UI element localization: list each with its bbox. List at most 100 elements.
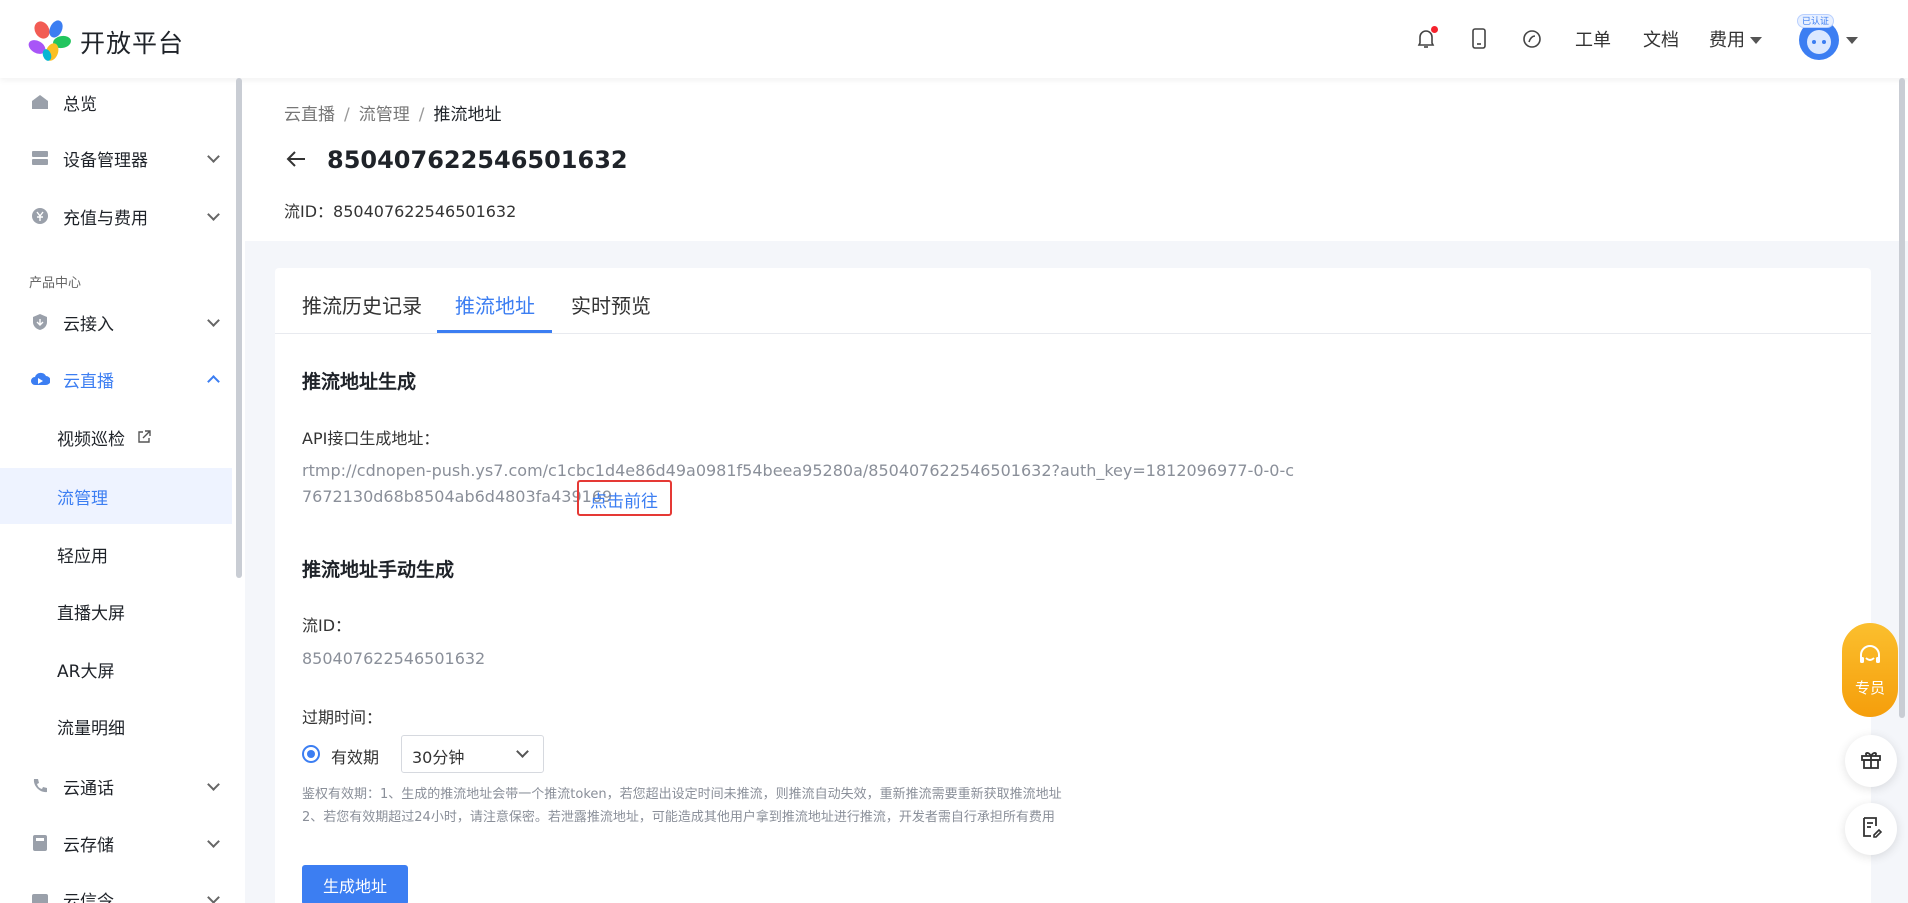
sidebar-item-billing[interactable]: 充值与费用 bbox=[0, 188, 232, 244]
sidebar-item-label: 云通话 bbox=[63, 778, 114, 799]
sidebar-item-label: 云直播 bbox=[63, 371, 114, 392]
tab-bar: 推流历史记录 推流地址 实时预览 bbox=[275, 268, 1871, 334]
brand-logo-icon[interactable] bbox=[28, 20, 72, 62]
generate-address-button[interactable]: 生成地址 bbox=[302, 865, 408, 903]
storage-icon bbox=[30, 833, 50, 853]
customer-agent-label: 专员 bbox=[1854, 678, 1885, 697]
chevron-down-icon bbox=[207, 313, 220, 327]
external-link-icon bbox=[136, 429, 152, 445]
home-icon bbox=[30, 92, 50, 112]
sidebar-item-label: 流量明细 bbox=[57, 718, 125, 739]
stream-id-label: 流ID： bbox=[284, 202, 334, 221]
sidebar-item-cloud-signaling[interactable]: 云信令 bbox=[0, 871, 232, 903]
edit-note-icon bbox=[1859, 815, 1883, 844]
chevron-down-icon bbox=[207, 207, 220, 221]
page-header-panel: 云直播 / 流管理 / 推流地址 850407622546501632 流ID：8504… bbox=[245, 78, 1908, 241]
back-arrow-icon[interactable] bbox=[285, 148, 307, 170]
cloud-play-icon bbox=[30, 369, 50, 389]
product-center-label: 产品中心 bbox=[29, 276, 82, 291]
sidebar-item-label: 云接入 bbox=[63, 314, 114, 335]
server-icon bbox=[30, 148, 50, 168]
manual-generation-heading: 推流地址手动生成 bbox=[302, 559, 455, 581]
sidebar-item-overview[interactable]: 总览 bbox=[0, 78, 232, 130]
sidebar-item-stream-management[interactable]: 流管理 bbox=[0, 468, 232, 524]
sidebar-item-label: AR大屏 bbox=[57, 661, 115, 682]
sidebar-item-video-patrol[interactable]: 视频巡检 bbox=[0, 409, 232, 465]
validity-radio[interactable] bbox=[302, 745, 320, 763]
manual-stream-id-label: 流ID： bbox=[302, 616, 352, 635]
signal-icon bbox=[30, 889, 50, 903]
sidebar-item-label: 充值与费用 bbox=[63, 208, 148, 229]
breadcrumb-cloud-live[interactable]: 云直播 bbox=[284, 105, 335, 125]
chevron-down-icon bbox=[516, 745, 529, 758]
chevron-up-icon bbox=[207, 374, 220, 388]
sidebar-item-label: 轻应用 bbox=[57, 546, 108, 567]
page-title: 850407622546501632 bbox=[327, 146, 628, 174]
yuan-icon bbox=[30, 206, 50, 226]
customer-agent-button[interactable]: 专员 bbox=[1842, 623, 1898, 717]
gift-button[interactable] bbox=[1845, 735, 1897, 787]
validity-note-2: 2、若您有效期超过24小时，请注意保密。若泄露推流地址，可能造成其他用户拿到推流… bbox=[302, 810, 1055, 825]
validity-duration-value: 30分钟 bbox=[412, 748, 465, 767]
docs-link[interactable]: 文档 bbox=[1643, 26, 1679, 52]
bell-icon[interactable] bbox=[1413, 26, 1439, 52]
sidebar-item-label: 设备管理器 bbox=[63, 150, 148, 171]
sidebar-item-label: 云存储 bbox=[63, 835, 114, 856]
address-generation-heading: 推流地址生成 bbox=[302, 371, 417, 393]
stream-id-summary: 流ID：850407622546501632 bbox=[284, 198, 516, 222]
brand-name: 开放平台 bbox=[80, 29, 185, 58]
sidebar-item-label: 视频巡检 bbox=[57, 429, 125, 450]
chevron-down-icon bbox=[207, 890, 220, 903]
feedback-button[interactable] bbox=[1845, 803, 1897, 855]
tab-push-history[interactable]: 推流历史记录 bbox=[302, 290, 422, 319]
push-url-line-1: rtmp://cdnopen-push.ys7.com/c1cbc1d4e86d… bbox=[302, 461, 1295, 480]
sidebar: 总览 设备管理器 充值与费用 产品中心 云接入 云直播 视频巡检 流管理 轻应用… bbox=[0, 78, 240, 903]
breadcrumb-separator: / bbox=[344, 105, 350, 125]
sidebar-item-label: 云信令 bbox=[63, 891, 114, 903]
sidebar-item-traffic-detail[interactable]: 流量明细 bbox=[0, 698, 232, 754]
sidebar-item-label: 总览 bbox=[63, 94, 97, 115]
sidebar-item-cloud-storage[interactable]: 云存储 bbox=[0, 815, 232, 871]
fees-caret-icon[interactable] bbox=[1750, 37, 1762, 44]
validity-radio-label: 有效期 bbox=[331, 748, 380, 767]
tab-push-address[interactable]: 推流地址 bbox=[455, 290, 535, 319]
phone-icon bbox=[30, 776, 50, 796]
sidebar-item-live-screen[interactable]: 直播大屏 bbox=[0, 583, 232, 639]
sidebar-item-cloud-call[interactable]: 云通话 bbox=[0, 758, 232, 814]
verified-badge: 已认证 bbox=[1797, 14, 1835, 28]
headset-icon bbox=[1857, 643, 1883, 673]
notification-dot bbox=[1431, 26, 1438, 33]
breadcrumb-current: 推流地址 bbox=[433, 105, 502, 125]
validity-duration-select[interactable]: 30分钟 bbox=[401, 735, 544, 773]
chevron-down-icon bbox=[207, 149, 220, 163]
weibo-icon[interactable] bbox=[1519, 26, 1545, 52]
api-address-label: API接口生成地址： bbox=[302, 429, 440, 448]
sidebar-item-label: 流管理 bbox=[57, 488, 108, 509]
account-caret-icon[interactable] bbox=[1846, 37, 1858, 44]
go-link[interactable]: 点击前往 bbox=[590, 487, 658, 512]
sidebar-item-label: 直播大屏 bbox=[57, 603, 125, 624]
sidebar-item-cloud-access[interactable]: 云接入 bbox=[0, 294, 232, 350]
breadcrumb: 云直播 / 流管理 / 推流地址 bbox=[284, 100, 501, 125]
sidebar-item-cloud-live[interactable]: 云直播 bbox=[0, 351, 232, 407]
sidebar-scrollbar[interactable] bbox=[236, 78, 242, 578]
sidebar-item-device-manager[interactable]: 设备管理器 bbox=[0, 130, 232, 186]
ticket-link[interactable]: 工单 bbox=[1575, 26, 1611, 52]
shield-down-icon bbox=[30, 312, 50, 332]
breadcrumb-stream-management[interactable]: 流管理 bbox=[359, 105, 410, 125]
sidebar-item-light-app[interactable]: 轻应用 bbox=[0, 526, 232, 582]
manual-stream-id-value: 850407622546501632 bbox=[302, 649, 486, 668]
active-tab-indicator bbox=[437, 330, 552, 333]
chevron-down-icon bbox=[207, 777, 220, 791]
breadcrumb-separator: / bbox=[418, 105, 425, 125]
gift-icon bbox=[1859, 747, 1883, 776]
mobile-icon[interactable] bbox=[1466, 26, 1492, 52]
sidebar-item-ar-screen[interactable]: AR大屏 bbox=[0, 641, 232, 697]
main-scrollbar[interactable] bbox=[1899, 78, 1905, 718]
stream-id-value: 850407622546501632 bbox=[333, 202, 517, 221]
chevron-down-icon bbox=[207, 834, 220, 848]
fees-menu[interactable]: 费用 bbox=[1709, 26, 1745, 52]
expire-time-label: 过期时间： bbox=[302, 708, 383, 727]
validity-note-1: 鉴权有效期：1、生成的推流地址会带一个推流token，若您超出设定时间未推流，则… bbox=[302, 787, 1062, 802]
tab-live-preview[interactable]: 实时预览 bbox=[571, 290, 651, 319]
